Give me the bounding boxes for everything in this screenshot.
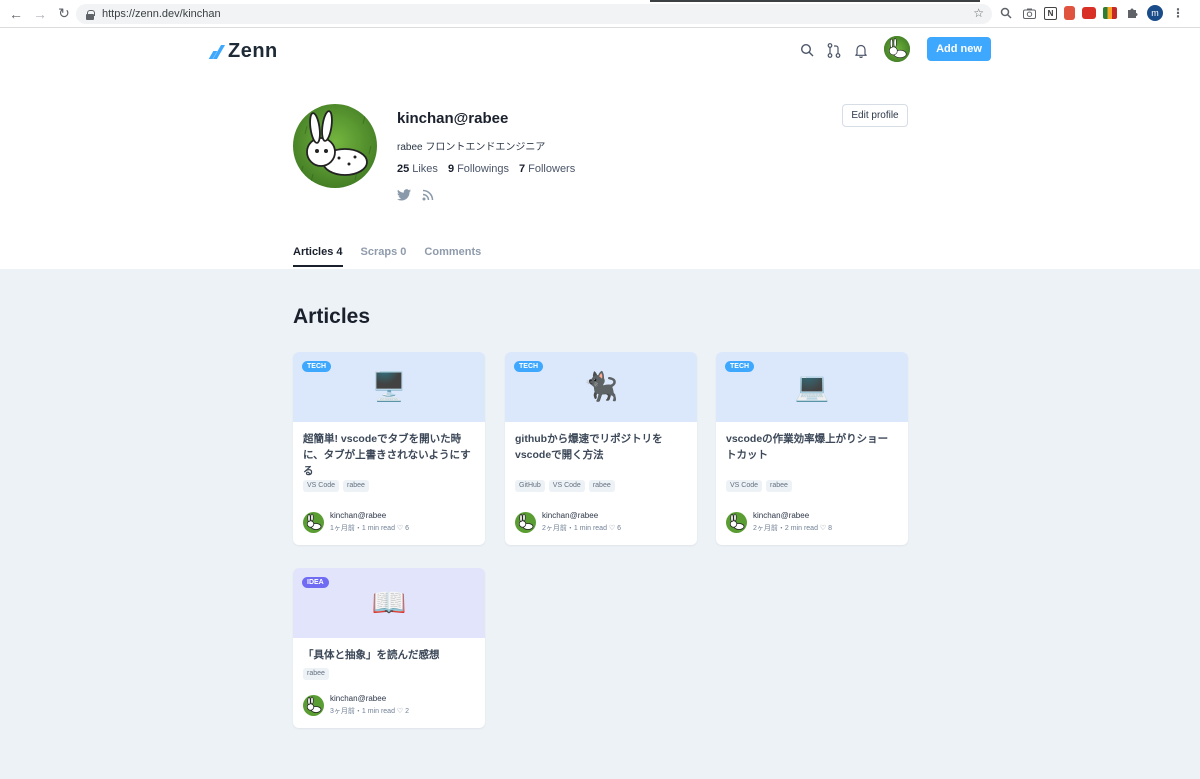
category-badge: TECH [725,361,755,372]
profile-bio: rabee フロントエンドエンジニア [397,142,546,153]
article-card[interactable]: TECH 💻 vscodeの作業効率爆上がりショートカット VS Code ra… [716,352,908,545]
article-tags: GitHub VS Code rabee [505,480,697,494]
article-stats: 2ヶ月前・1 min read ♡ 6 [542,525,622,532]
page-load-bar [650,0,980,2]
author-avatar[interactable] [303,694,324,716]
topic-tag[interactable]: VS Code [548,480,585,492]
address-bar[interactable]: https://zenn.dev/kinchan ☆ [76,4,992,24]
profile-tabs: Articles 4 Scraps 0 Comments [293,246,481,267]
article-title[interactable]: 「具体と抽象」を読んだ感想 [293,638,485,668]
article-stats: 1ヶ月前・1 min read ♡ 6 [330,525,410,532]
author-name[interactable]: kinchan@rabee [330,511,409,520]
topic-tag[interactable]: VS Code [726,480,763,492]
article-thumbnail: TECH 💻 [716,352,908,422]
category-badge: IDEA [302,577,329,588]
zenn-logo[interactable]: Zenn [208,40,278,63]
likes-stat[interactable]: 25 Likes [397,163,438,175]
followings-stat[interactable]: 9 Followings [448,163,509,175]
author-name[interactable]: kinchan@rabee [542,511,621,520]
edit-profile-button[interactable]: Edit profile [842,104,908,127]
article-emoji: 💻 [794,371,830,402]
article-meta: kinchan@rabee 2ヶ月前・1 min read ♡ 6 [515,511,621,533]
article-thumbnail: IDEA 📖 [293,568,485,638]
zenn-logo-text: Zenn [228,40,278,62]
article-card[interactable]: TECH 🖥️ 超簡単! vscodeでタブを開いた時に、タブが上書きされないよ… [293,352,485,545]
article-emoji: 📖 [371,587,407,618]
add-new-button[interactable]: Add new [927,37,991,61]
tab-articles[interactable]: Articles 4 [293,246,343,267]
profile-stats: 25 Likes 9 Followings 7 Followers [397,163,575,175]
twitter-icon[interactable] [397,188,411,202]
article-meta: kinchan@rabee 3ヶ月前・1 min read ♡ 2 [303,694,409,716]
section-title: Articles [293,305,371,328]
author-avatar[interactable] [726,511,747,533]
pull-request-icon[interactable] [826,42,842,58]
bell-icon[interactable] [853,42,869,58]
browser-profile-avatar[interactable]: m [1147,5,1163,21]
article-tags: rabee [293,668,485,682]
bookmark-star-icon[interactable]: ☆ [973,6,984,20]
profile-avatar [293,104,377,188]
topic-tag[interactable]: rabee [343,480,369,492]
article-emoji: 🖥️ [371,371,407,402]
article-thumbnail: TECH 🐈‍⬛ [505,352,697,422]
reload-icon[interactable]: ↻ [54,4,74,24]
profile-header-area [0,28,1200,269]
zenn-logo-icon [208,44,226,59]
lock-icon [86,9,95,20]
category-badge: TECH [302,361,332,372]
article-tags: VS Code rabee [716,480,908,494]
topic-tag[interactable]: VS Code [303,480,340,492]
author-name[interactable]: kinchan@rabee [330,694,409,703]
topic-tag[interactable]: GitHub [515,480,545,492]
topic-tag[interactable]: rabee [303,668,329,680]
article-title[interactable]: vscodeの作業効率爆上がりショートカット [716,422,908,480]
category-badge: TECH [514,361,544,372]
social-links [397,188,435,202]
article-title[interactable]: 超簡単! vscodeでタブを開いた時に、タブが上書きされないようにする [293,422,485,480]
n-extension-icon[interactable]: N [1044,6,1057,20]
url-text: https://zenn.dev/kinchan [102,8,221,20]
browser-toolbar: ← → ↻ https://zenn.dev/kinchan ☆ N m ⋮ [0,0,1200,28]
article-stats: 2ヶ月前・2 min read ♡ 8 [753,525,833,532]
article-meta: kinchan@rabee 2ヶ月前・2 min read ♡ 8 [726,511,832,533]
profile-name: kinchan@rabee [397,110,509,127]
tab-comments[interactable]: Comments [424,246,481,266]
search-icon[interactable] [799,42,815,58]
article-stats: 3ヶ月前・1 min read ♡ 2 [330,708,410,715]
article-card[interactable]: TECH 🐈‍⬛ githubから爆速でリポジトリをvscodeで開く方法 Gi… [505,352,697,545]
user-avatar-button[interactable] [884,36,910,62]
record-extension-icon[interactable] [1082,7,1096,19]
search-extension-icon[interactable] [998,5,1014,21]
back-icon[interactable]: ← [6,4,26,24]
article-card[interactable]: IDEA 📖 「具体と抽象」を読んだ感想 rabee kinchan@rabee… [293,568,485,728]
topic-tag[interactable]: rabee [588,480,615,492]
browser-menu-icon[interactable]: ⋮ [1170,5,1186,21]
article-meta: kinchan@rabee 1ヶ月前・1 min read ♡ 6 [303,511,409,533]
forward-icon[interactable]: → [30,4,50,24]
author-name[interactable]: kinchan@rabee [753,511,832,520]
camera-extension-icon[interactable] [1021,5,1037,21]
article-emoji: 🐈‍⬛ [583,371,619,402]
rss-icon[interactable] [421,188,435,202]
author-avatar[interactable] [515,511,536,533]
topic-tag[interactable]: rabee [766,480,792,492]
article-tags: VS Code rabee [293,480,485,494]
color-extension-icon[interactable] [1103,7,1117,19]
puzzle-extensions-icon[interactable] [1124,5,1140,21]
tab-scraps[interactable]: Scraps 0 [361,246,407,266]
red-extension-icon[interactable] [1064,6,1075,20]
followers-stat[interactable]: 7 Followers [519,163,575,175]
author-avatar[interactable] [303,511,324,533]
article-thumbnail: TECH 🖥️ [293,352,485,422]
article-title[interactable]: githubから爆速でリポジトリをvscodeで開く方法 [505,422,697,480]
